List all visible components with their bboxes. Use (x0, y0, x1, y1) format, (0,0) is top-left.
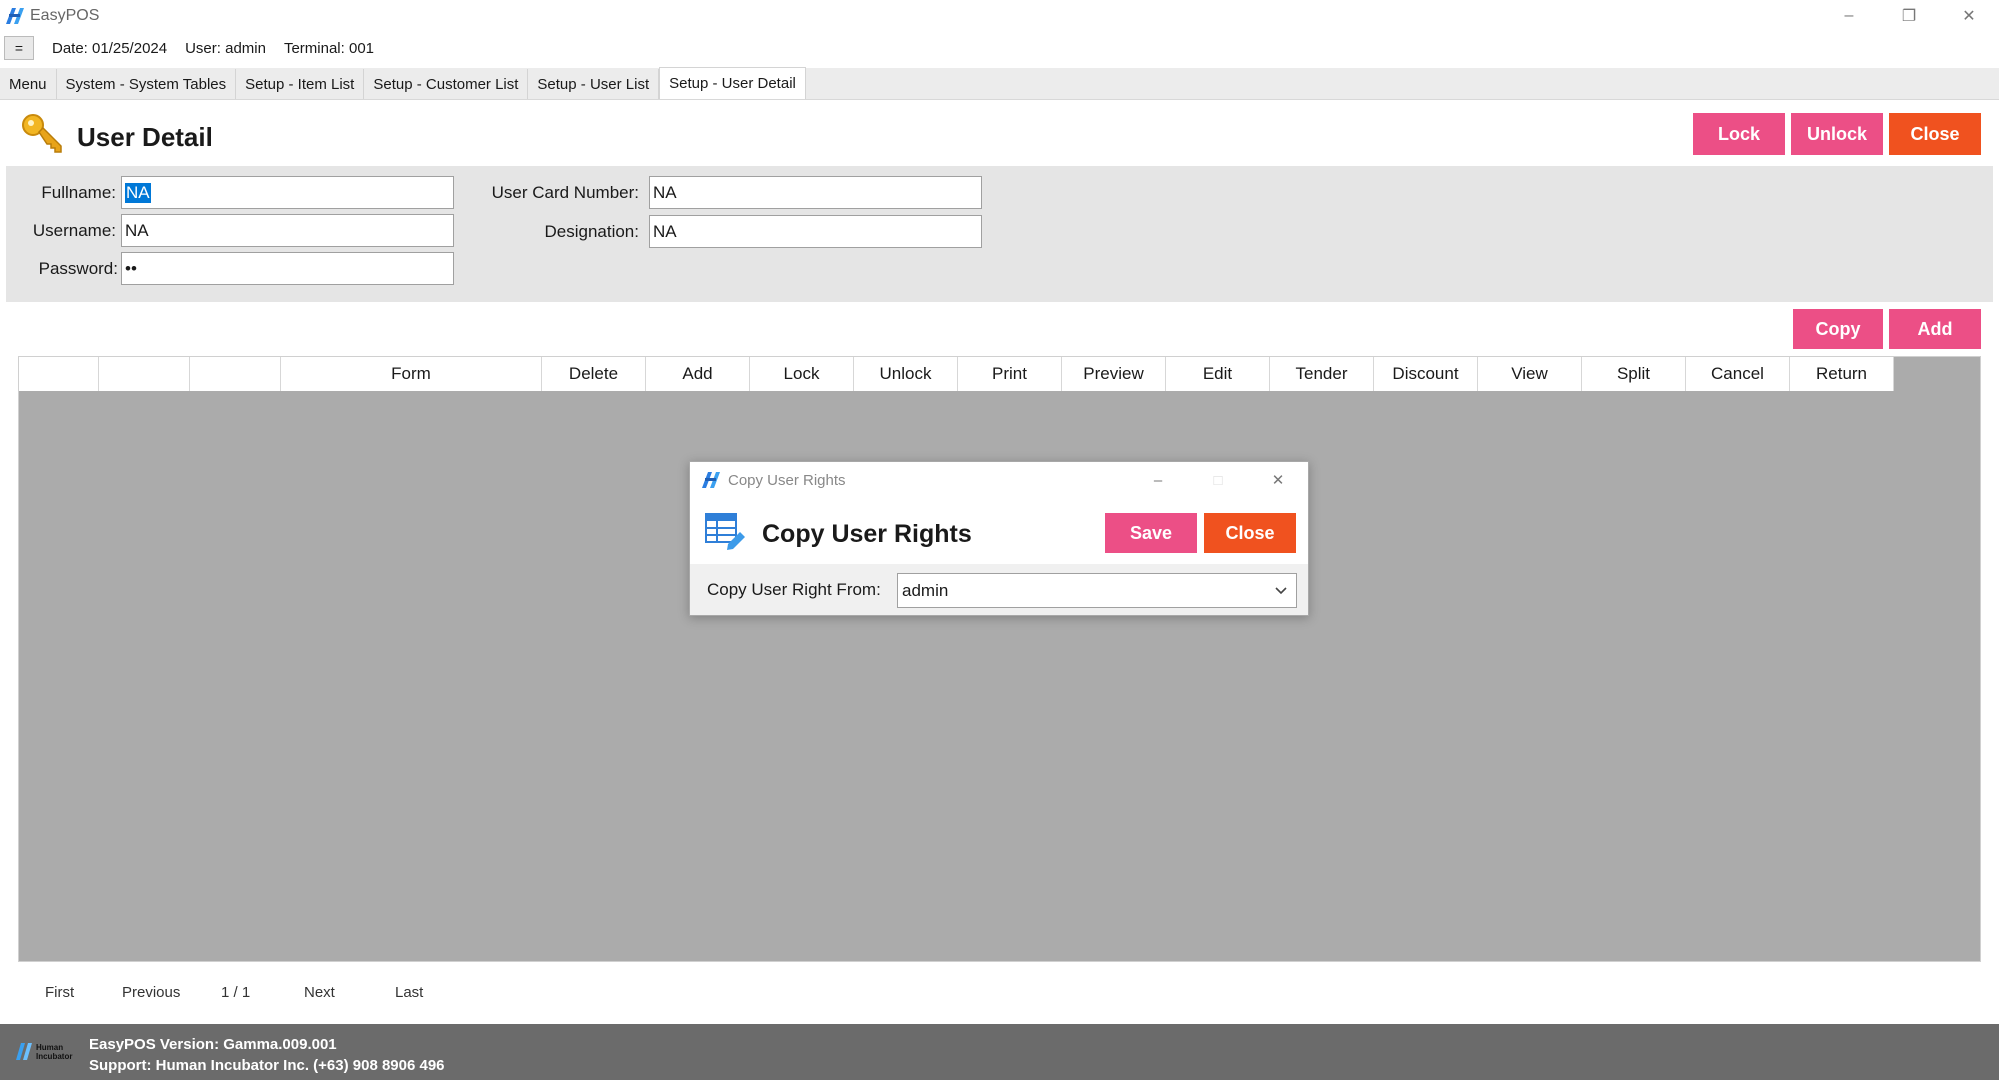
pager-first[interactable]: First (45, 984, 74, 1001)
grid-col-discount[interactable]: Discount (1374, 357, 1478, 391)
easypos-logo-icon (702, 472, 720, 488)
grid-col-edit[interactable]: Edit (1166, 357, 1270, 391)
grid-col-blank-2[interactable] (99, 357, 190, 391)
dialog-title-bar: Copy User Rights – □ ✕ (690, 462, 1308, 498)
tab-user-list[interactable]: Setup - User List (528, 69, 660, 99)
tab-strip: Menu System - System Tables Setup - Item… (0, 67, 1999, 100)
title-bar: EasyPOS – ❐ ✕ (0, 0, 1999, 32)
pager-previous[interactable]: Previous (122, 984, 180, 1001)
designation-label: Designation: (544, 222, 639, 241)
logo-text: Human (36, 1043, 63, 1052)
dialog-save-button[interactable]: Save (1105, 513, 1197, 553)
app-title: EasyPOS (30, 7, 100, 24)
user-card-number-label: User Card Number: (491, 183, 639, 202)
grid-col-unlock[interactable]: Unlock (854, 357, 958, 391)
tab-item-list[interactable]: Setup - Item List (236, 69, 365, 99)
dialog-close-button[interactable]: Close (1204, 513, 1296, 553)
add-button[interactable]: Add (1889, 309, 1981, 349)
fullname-label: Fullname: (41, 183, 116, 202)
page-header: User Detail Lock Unlock Close (0, 100, 1999, 166)
password-field[interactable]: •• (121, 252, 454, 285)
dialog-body: Copy User Right From: admin (690, 564, 1308, 615)
user-card-number-field[interactable]: NA (649, 176, 982, 209)
grid-col-blank-3[interactable] (190, 357, 281, 391)
support-text: Support: Human Incubator Inc. (+63) 908 … (89, 1057, 445, 1074)
username-label: Username: (32, 221, 116, 240)
menu-toggle-button[interactable]: = (4, 36, 34, 60)
dialog-heading: Copy User Rights (762, 520, 972, 548)
user-form-panel: Fullname: NA Username: NA Password: •• U… (6, 166, 1993, 302)
password-label: Password: (38, 259, 118, 278)
status-footer: Human Incubator EasyPOS Version: Gamma.0… (0, 1024, 1999, 1080)
designation-field[interactable]: NA (649, 215, 982, 248)
grid-col-add[interactable]: Add (646, 357, 750, 391)
copy-from-select[interactable]: admin (897, 573, 1297, 608)
unlock-button[interactable]: Unlock (1791, 113, 1883, 155)
fullname-field[interactable]: NA (121, 176, 454, 209)
human-incubator-logo: Human Incubator (16, 1043, 72, 1061)
chevron-down-icon (1275, 587, 1287, 595)
grid-col-cancel[interactable]: Cancel (1686, 357, 1790, 391)
copy-user-rights-dialog: Copy User Rights – □ ✕ Copy User Rights … (689, 461, 1309, 616)
grid-col-form[interactable]: Form (281, 357, 542, 391)
close-window-icon[interactable]: ✕ (1939, 0, 1999, 32)
dialog-window-title: Copy User Rights (728, 471, 846, 489)
tab-menu[interactable]: Menu (0, 69, 57, 99)
user-rights-grid[interactable]: Form Delete Add Lock Unlock Print Previe… (18, 356, 1981, 962)
dialog-header: Copy User Rights Save Close (690, 498, 1308, 564)
minimize-icon[interactable]: – (1819, 0, 1879, 32)
dialog-close-icon[interactable]: ✕ (1248, 462, 1308, 498)
close-button[interactable]: Close (1889, 113, 1981, 155)
pager-page-indicator: 1 / 1 (221, 984, 251, 1001)
version-text: EasyPOS Version: Gamma.009.001 (89, 1036, 337, 1053)
restore-icon[interactable]: ❐ (1879, 0, 1939, 32)
copy-button[interactable]: Copy (1793, 309, 1883, 349)
copy-from-label: Copy User Right From: (707, 580, 881, 599)
grid-col-delete[interactable]: Delete (542, 357, 646, 391)
info-bar: = Date: 01/25/2024 User: admin Terminal:… (0, 32, 1999, 64)
pager-next[interactable]: Next (304, 984, 335, 1001)
copy-from-value: admin (902, 580, 949, 600)
username-field[interactable]: NA (121, 214, 454, 247)
grid-col-tender[interactable]: Tender (1270, 357, 1374, 391)
grid-col-preview[interactable]: Preview (1062, 357, 1166, 391)
svg-text:Incubator: Incubator (36, 1052, 72, 1061)
tab-user-detail[interactable]: Setup - User Detail (659, 67, 806, 99)
grid-col-return[interactable]: Return (1790, 357, 1894, 391)
grid-col-view[interactable]: View (1478, 357, 1582, 391)
lock-button[interactable]: Lock (1693, 113, 1785, 155)
easypos-logo-icon (6, 8, 24, 24)
table-edit-icon (705, 513, 745, 550)
dialog-window-controls: – □ ✕ (1128, 462, 1308, 498)
grid-col-print[interactable]: Print (958, 357, 1062, 391)
window-controls: – ❐ ✕ (1819, 0, 1999, 32)
grid-col-blank-1[interactable] (19, 357, 99, 391)
grid-col-lock[interactable]: Lock (750, 357, 854, 391)
terminal-text: Terminal: 001 (283, 39, 374, 57)
tab-system-tables[interactable]: System - System Tables (57, 69, 237, 99)
tab-customer-list[interactable]: Setup - Customer List (364, 69, 529, 99)
page-title: User Detail (77, 122, 213, 152)
user-text: User: admin (185, 39, 266, 57)
pager-last[interactable]: Last (395, 984, 423, 1001)
grid-header: Form Delete Add Lock Unlock Print Previe… (19, 357, 1894, 391)
date-text: Date: 01/25/2024 (52, 39, 168, 57)
grid-col-split[interactable]: Split (1582, 357, 1686, 391)
dialog-maximize-icon: □ (1213, 471, 1223, 489)
dialog-minimize-icon[interactable]: – (1128, 462, 1188, 498)
key-icon (22, 114, 62, 153)
fullname-value: NA (125, 182, 151, 203)
